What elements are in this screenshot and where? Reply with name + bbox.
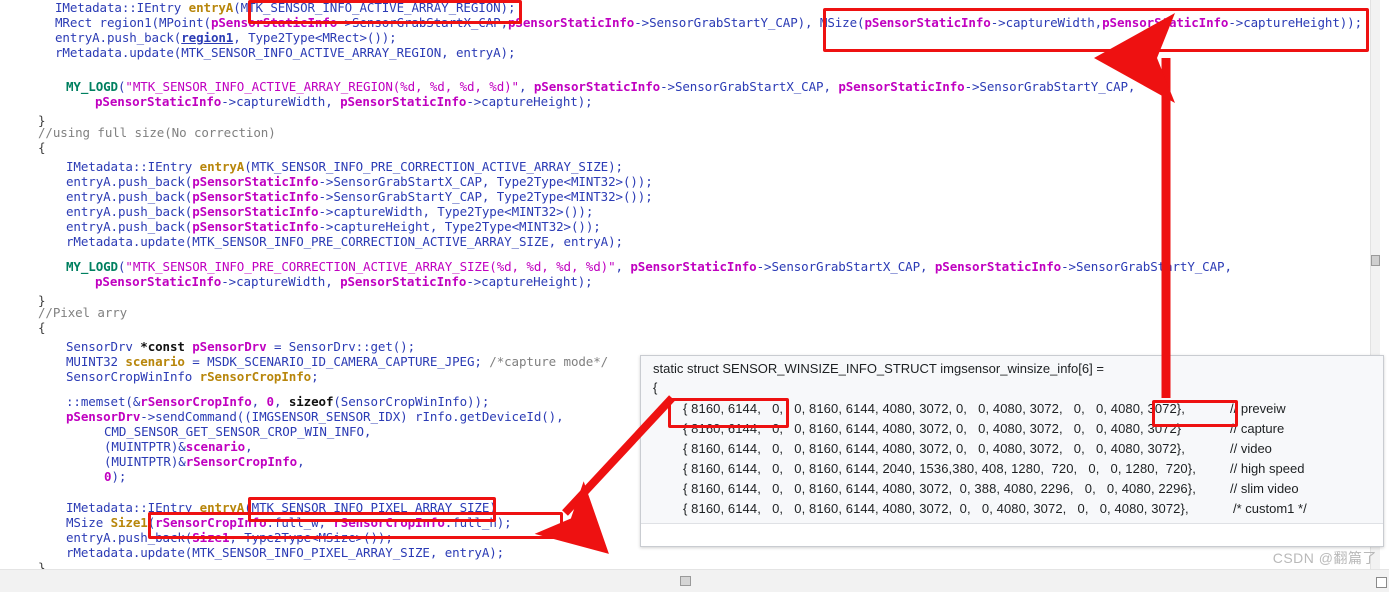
code-line: MUINT32 scenario = MSDK_SCENARIO_ID_CAME… [66, 354, 609, 369]
winsize-row-values: { 8160, 6144, 0, 0, 8160, 6144, 4080, 30… [683, 421, 1182, 436]
code-line: pSensorDrv->sendCommand((IMGSENSOR_SENSO… [66, 409, 564, 424]
code-line: SensorCropWinInfo rSensorCropInfo; [66, 369, 319, 384]
code-line: entryA.push_back(pSensorStaticInfo->Sens… [66, 174, 653, 189]
code-line: entryA.push_back(region1, Type2Type<MRec… [55, 30, 397, 45]
winsize-row-values: { 8160, 6144, 0, 0, 8160, 6144, 4080, 30… [683, 501, 1189, 516]
winsize-row-comment: // preveiw [1230, 401, 1286, 416]
code-line: { [38, 140, 46, 155]
code-line: ::memset(&rSensorCropInfo, 0, sizeof(Sen… [66, 394, 490, 409]
code-line: MRect region1(MPoint(pSensorStaticInfo->… [55, 15, 1363, 30]
winsize-row-values: { 8160, 6144, 0, 0, 8160, 6144, 4080, 30… [683, 441, 1185, 456]
winsize-row-comment: // video [1230, 441, 1272, 456]
winsize-row-values: { 8160, 6144, 0, 0, 8160, 6144, 4080, 30… [683, 481, 1196, 496]
code-line: { [38, 320, 46, 335]
csdn-watermark: CSDN @翻篇了 [1272, 550, 1377, 566]
code-line: (MUINTPTR)&scenario, [104, 439, 253, 454]
code-line: pSensorStaticInfo->captureWidth, pSensor… [95, 94, 593, 109]
code-line: SensorDrv *const pSensorDrv = SensorDrv:… [66, 339, 416, 354]
scrollbar-corner-box [1376, 577, 1387, 588]
code-line: 0); [104, 469, 127, 484]
code-line: entryA.push_back(pSensorStaticInfo->capt… [66, 219, 601, 234]
code-line: MY_LOGD("MTK_SENSOR_INFO_PRE_CORRECTION_… [66, 259, 1232, 274]
winsize-row-values: { 8160, 6144, 0, 0, 8160, 6144, 2040, 15… [683, 461, 1196, 476]
code-line: entryA.push_back(pSensorStaticInfo->capt… [66, 204, 594, 219]
winsize-row-comment: // high speed [1230, 461, 1305, 476]
code-line: rMetadata.update(MTK_SENSOR_INFO_PRE_COR… [66, 234, 623, 249]
winsize-row-comment: // slim video [1230, 481, 1299, 496]
code-line: (MUINTPTR)&rSensorCropInfo, [104, 454, 305, 469]
code-line: IMetadata::IEntry entryA(MTK_SENSOR_INFO… [66, 500, 497, 515]
code-line: MY_LOGD("MTK_SENSOR_INFO_ACTIVE_ARRAY_RE… [66, 79, 1136, 94]
code-line: CMD_SENSOR_GET_SENSOR_CROP_WIN_INFO, [104, 424, 372, 439]
code-line: IMetadata::IEntry entryA(MTK_SENSOR_INFO… [55, 0, 516, 15]
horizontal-scrollbar-thumb[interactable] [680, 576, 691, 586]
code-line: IMetadata::IEntry entryA(MTK_SENSOR_INFO… [66, 159, 623, 174]
code-line: entryA.push_back(pSensorStaticInfo->Sens… [66, 189, 653, 204]
code-line: //using full size(No correction) [38, 125, 276, 140]
winsize-row-comment: /* custom1 */ [1233, 501, 1307, 516]
code-line: rMetadata.update(MTK_SENSOR_INFO_ACTIVE_… [55, 45, 516, 60]
code-line: rMetadata.update(MTK_SENSOR_INFO_PIXEL_A… [66, 545, 505, 560]
code-line: entryA.push_back(Size1, Type2Type<MSize>… [66, 530, 393, 545]
horizontal-scrollbar[interactable] [0, 569, 1389, 592]
code-line: //Pixel arry [38, 305, 128, 320]
winsize-row-values: { 8160, 6144, 0, 0, 8160, 6144, 4080, 30… [683, 401, 1185, 416]
winsize-row-comment: // capture [1230, 421, 1285, 436]
code-line: MSize Size1(rSensorCropInfo.full_w, rSen… [66, 515, 512, 530]
winsize-open-brace: { [653, 380, 658, 395]
vertical-scrollbar-thumb[interactable] [1371, 255, 1380, 266]
winsize-panel-title: static struct SENSOR_WINSIZE_INFO_STRUCT… [653, 361, 1104, 376]
winsize-info-panel[interactable]: static struct SENSOR_WINSIZE_INFO_STRUCT… [640, 355, 1384, 547]
winsize-panel-footer [641, 523, 1383, 546]
code-line: pSensorStaticInfo->captureWidth, pSensor… [95, 274, 593, 289]
